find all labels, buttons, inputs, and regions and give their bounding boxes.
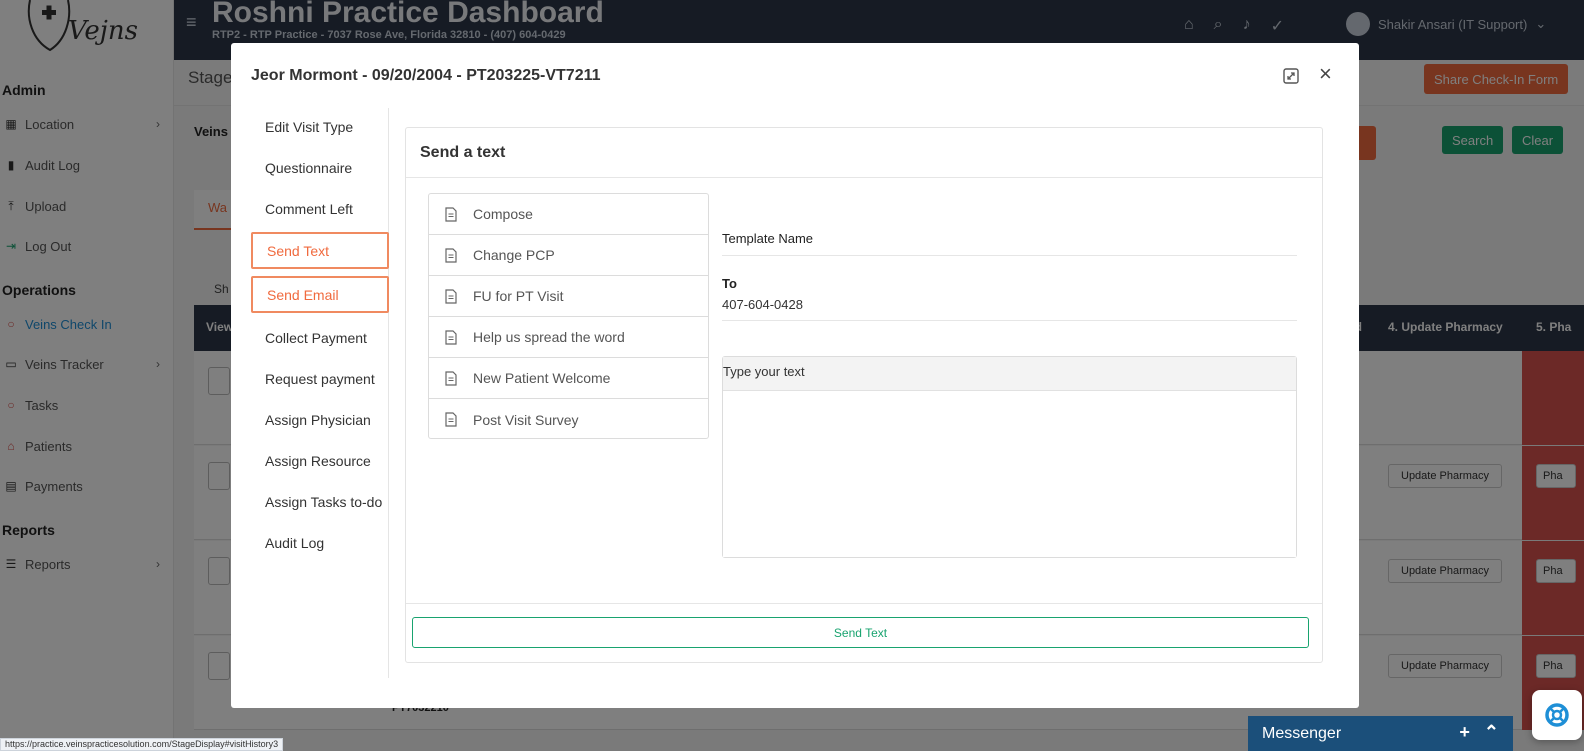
document-icon (445, 412, 457, 427)
template-label: FU for PT Visit (473, 288, 564, 304)
nav-item-send-email[interactable]: Send Email (251, 276, 389, 313)
document-icon (445, 248, 457, 263)
template-item-new-patient-welcome[interactable]: New Patient Welcome (429, 358, 708, 399)
nav-item-send-text[interactable]: Send Text (251, 232, 389, 269)
modal-title: Jeor Mormont - 09/20/2004 - PT203225-VT7… (251, 67, 601, 84)
template-label: Compose (473, 206, 533, 222)
patient-action-modal: Jeor Mormont - 09/20/2004 - PT203225-VT7… (231, 43, 1359, 708)
nav-item-assign-resource[interactable]: Assign Resource (251, 442, 389, 479)
template-item-help-us-spread-the-word[interactable]: Help us spread the word (429, 317, 708, 358)
modal-nav: Edit Visit Type Questionnaire Comment Le… (251, 108, 389, 678)
nav-item-edit-visit-type[interactable]: Edit Visit Type (251, 108, 389, 145)
nav-item-audit-log[interactable]: Audit Log (251, 524, 389, 561)
messenger-label: Messenger (1262, 724, 1342, 742)
template-item-compose[interactable]: Compose (429, 194, 708, 235)
message-box: Type your text (722, 356, 1297, 558)
card-header: Send a text (406, 128, 1322, 178)
to-phone-value: 407-604-0428 (722, 297, 803, 312)
template-item-change-pcp[interactable]: Change PCP (429, 235, 708, 276)
nav-item-comment-left[interactable]: Comment Left (251, 190, 389, 227)
lifebuoy-icon (1545, 703, 1569, 727)
nav-item-request-payment[interactable]: Request payment (251, 360, 389, 397)
plus-icon[interactable]: + (1459, 722, 1470, 743)
chevron-up-icon[interactable]: ⌃ (1484, 722, 1499, 743)
divider (722, 255, 1297, 256)
document-icon (445, 207, 457, 222)
message-textarea[interactable] (723, 391, 1296, 557)
nav-item-assign-tasks-to-do[interactable]: Assign Tasks to-do (251, 483, 389, 520)
message-label: Type your text (723, 357, 1296, 391)
help-button[interactable] (1532, 690, 1582, 740)
template-label: Post Visit Survey (473, 411, 579, 428)
template-list: Compose Change PCP FU for PT Visit Help … (428, 193, 709, 439)
send-text-button[interactable]: Send Text (412, 617, 1309, 648)
status-bar-url: https://practice.veinspracticesolution.c… (0, 738, 284, 751)
divider (722, 320, 1297, 321)
document-icon (445, 371, 457, 386)
document-icon (445, 330, 457, 345)
nav-item-collect-payment[interactable]: Collect Payment (251, 319, 389, 356)
document-icon (445, 289, 457, 304)
card-footer-divider (406, 603, 1322, 604)
template-item-post-visit-survey[interactable]: Post Visit Survey (429, 399, 708, 438)
template-label: New Patient Welcome (473, 370, 611, 386)
to-label: To (722, 276, 737, 291)
close-icon[interactable]: × (1319, 63, 1337, 85)
nav-item-questionnaire[interactable]: Questionnaire (251, 149, 389, 186)
send-text-card: Send a text Compose Change PCP FU for PT… (405, 127, 1323, 663)
template-item-fu-for-pt-visit[interactable]: FU for PT Visit (429, 276, 708, 317)
template-name-label: Template Name (722, 231, 814, 246)
template-label: Help us spread the word (473, 329, 625, 345)
card-title: Send a text (420, 144, 506, 161)
expand-icon[interactable] (1283, 68, 1299, 84)
template-label: Change PCP (473, 247, 555, 263)
nav-item-assign-physician[interactable]: Assign Physician (251, 401, 389, 438)
messenger-bar[interactable]: Messenger + ⌃ (1248, 716, 1513, 751)
messenger-controls: + ⌃ (1459, 722, 1499, 743)
